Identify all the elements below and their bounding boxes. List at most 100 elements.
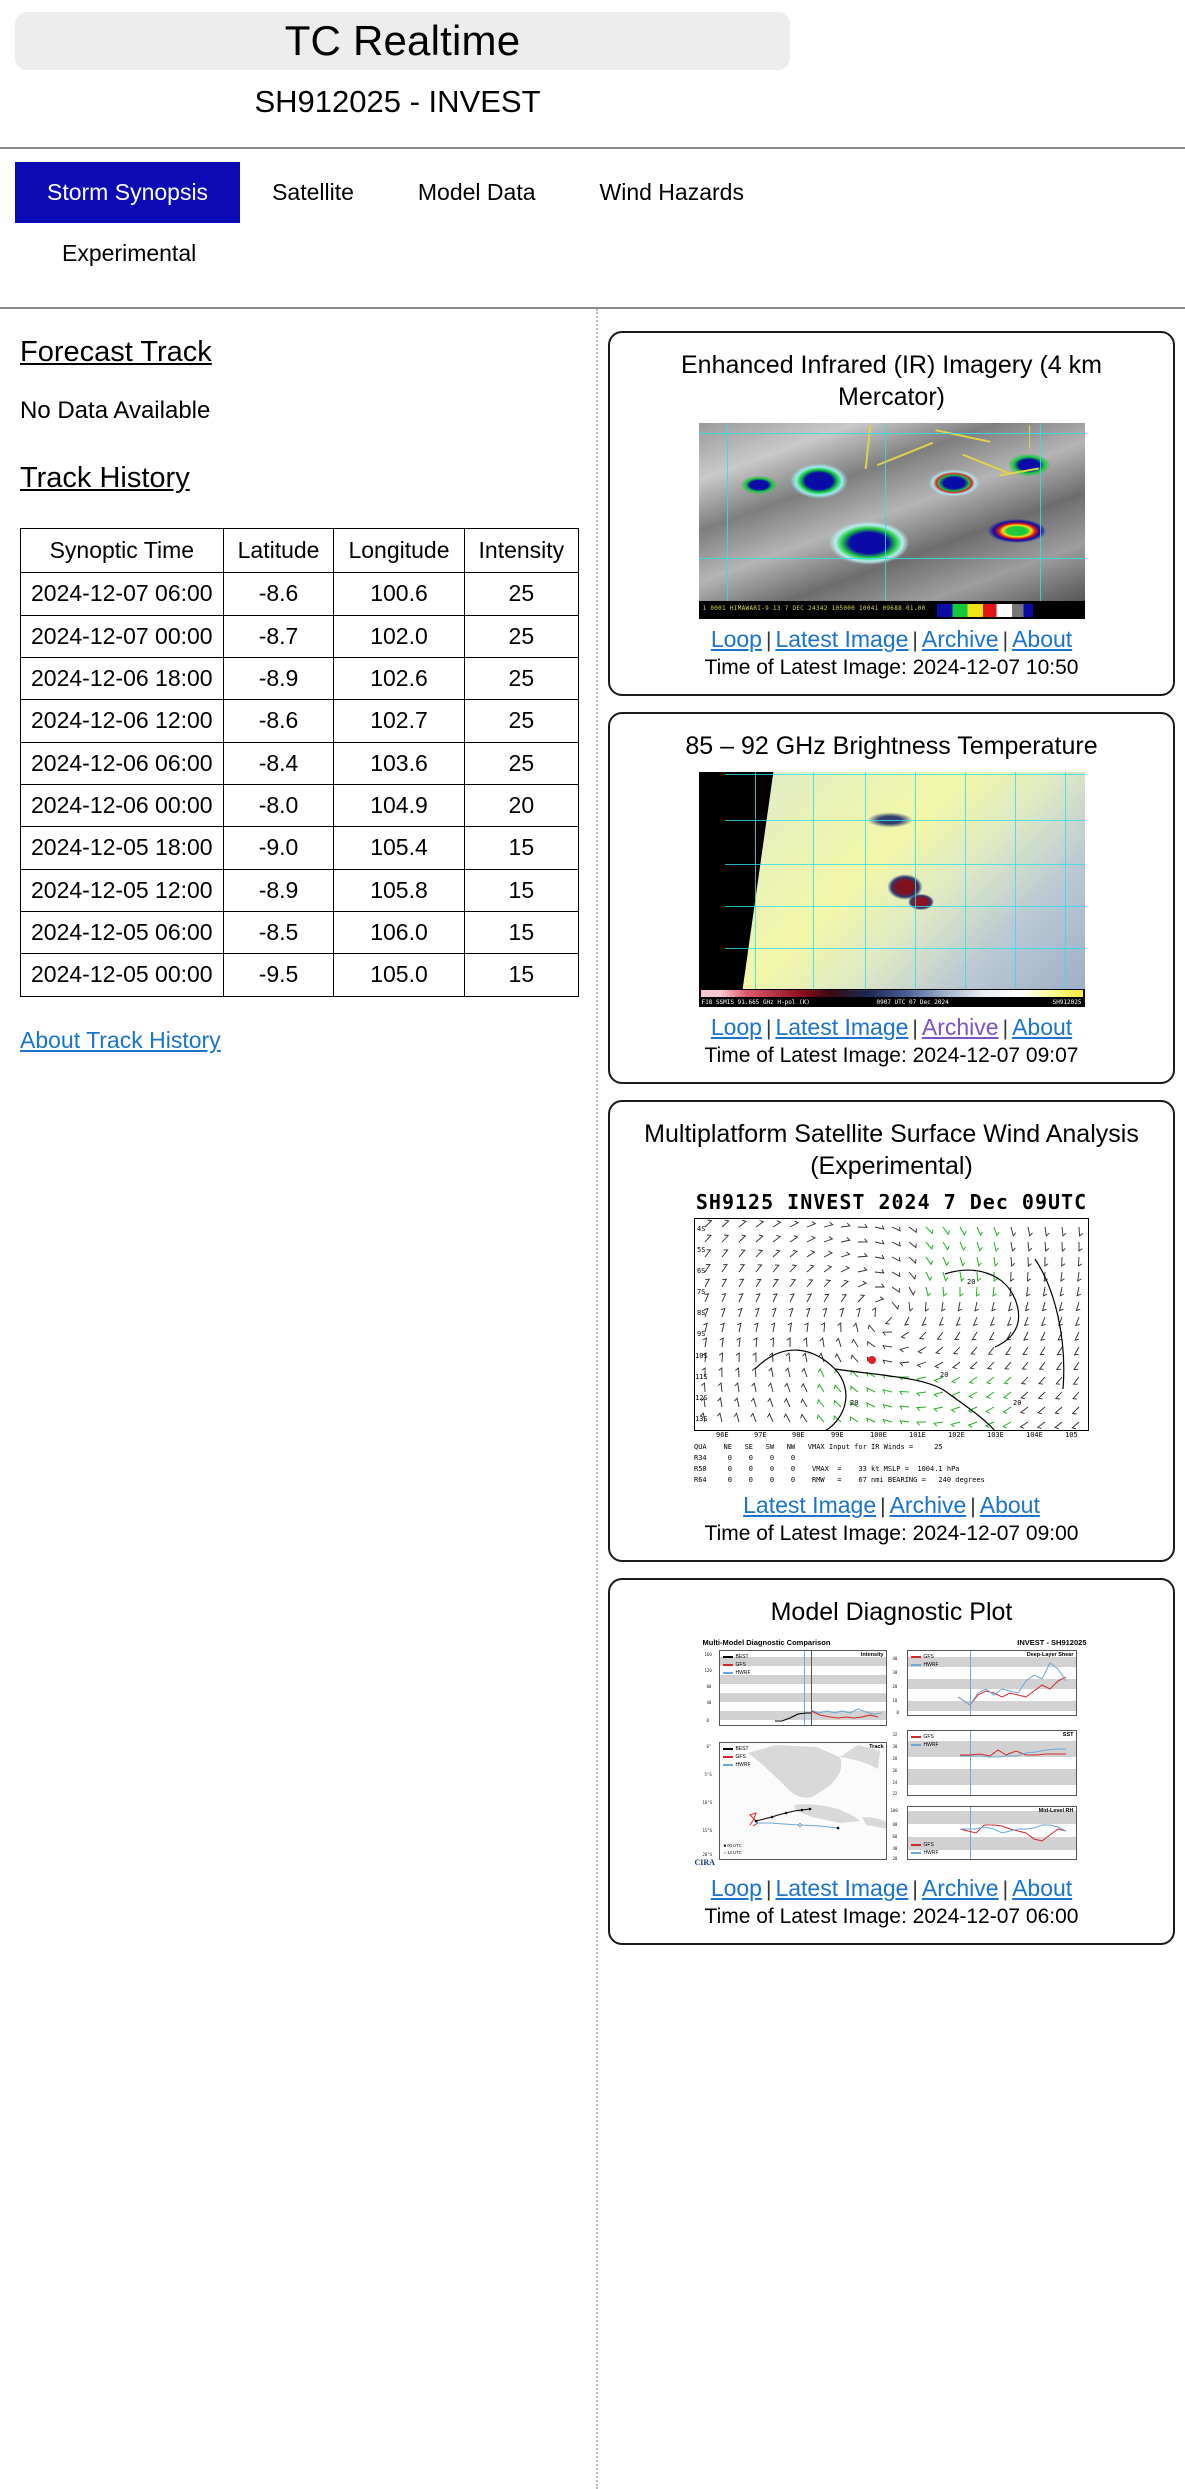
cell-lon: 105.0 xyxy=(333,953,465,997)
cell-lon: 106.0 xyxy=(333,911,465,955)
wind-ylabel-6: 10S xyxy=(695,1352,708,1360)
tab-model-data[interactable]: Model Data xyxy=(386,162,568,223)
tab-wind-hazards[interactable]: Wind Hazards xyxy=(568,162,776,223)
wind-ylabel-4: 8S xyxy=(697,1309,706,1317)
table-row: 2024-12-05 06:00 -8.5 106.0 15 xyxy=(20,911,580,955)
archive-link[interactable]: Archive xyxy=(922,626,999,652)
link-separator: | xyxy=(1002,629,1009,652)
col-longitude: Longitude xyxy=(333,527,465,574)
archive-link[interactable]: Archive xyxy=(922,1875,999,1901)
ir-satellite-image[interactable]: 1 0001 HIMAWARI-9 13 7 DEC 24342 105000 … xyxy=(698,423,1085,619)
cell-lat: -9.5 xyxy=(222,953,335,997)
card-links-model-diagnostic: Loop | Latest Image | Archive | About xyxy=(620,1875,1163,1902)
cell-int: 25 xyxy=(463,614,580,659)
track-marker-legend: ■ 00 UTC ○ 12 UTC xyxy=(723,1843,742,1856)
link-separator: | xyxy=(1002,1017,1009,1040)
mdp-heading-left: Multi-Model Diagnostic Comparison xyxy=(702,1638,831,1648)
cell-time: 2024-12-07 00:00 xyxy=(20,614,224,659)
intensity-series-svg xyxy=(774,1708,882,1722)
link-separator: | xyxy=(912,1878,918,1902)
cell-int: 15 xyxy=(463,868,580,913)
card-ir-imagery: Enhanced Infrared (IR) Imagery (4 km Mer… xyxy=(608,331,1175,696)
tab-storm-synopsis[interactable]: Storm Synopsis xyxy=(15,162,241,223)
card-microwave-brightness: 85 – 92 GHz Brightness Temperature F18 S… xyxy=(608,712,1175,1084)
cell-int: 25 xyxy=(463,572,580,616)
forecast-track-heading: Forecast Track xyxy=(20,336,212,368)
wind-quadrant-row-1: R34 0 0 0 0 xyxy=(694,1454,796,1463)
wind-barb-svg: 20 20 20 20 xyxy=(700,1219,1083,1430)
cell-lon: 105.8 xyxy=(333,868,465,913)
wind-analysis-figure[interactable]: 20 20 20 20 4S 5S 6S 7S 8S 9S 10S 11S 12… xyxy=(694,1218,1089,1485)
wind-quadrant-row-3: R64 0 0 0 0 RMW = 67 nmi BEARING = 240 d… xyxy=(694,1476,985,1485)
link-separator: | xyxy=(970,1495,976,1519)
cell-int: 15 xyxy=(463,826,580,870)
table-row: 2024-12-06 12:00 -8.6 102.7 25 xyxy=(20,699,580,743)
about-link[interactable]: About xyxy=(1012,626,1072,652)
card-multiplatform-wind: Multiplatform Satellite Surface Wind Ana… xyxy=(608,1100,1175,1563)
storm-center-marker xyxy=(868,1356,876,1364)
panel-sst: SST GFS HWRF xyxy=(906,1730,1077,1797)
table-header-row: Synoptic Time Latitude Longitude Intensi… xyxy=(20,527,580,574)
wind-xaxis: 96E 97E 98E 99E 100E 101E 102E 103E 104E… xyxy=(694,1431,1089,1441)
cell-lon: 100.6 xyxy=(333,572,465,616)
wind-ylabel-5: 9S xyxy=(697,1330,706,1338)
track-history-body: 2024-12-07 06:00 -8.6 100.6 25 2024-12-07 0… xyxy=(20,572,580,997)
wind-xlabel-4: 100E xyxy=(870,1431,887,1439)
link-separator: | xyxy=(880,1495,886,1519)
wind-xlabel-7: 103E xyxy=(987,1431,1004,1439)
archive-link[interactable]: Archive xyxy=(922,1014,999,1040)
table-row: 2024-12-06 18:00 -8.9 102.6 25 xyxy=(20,657,580,701)
link-separator: | xyxy=(1002,1878,1009,1902)
cell-lon: 104.9 xyxy=(333,784,465,828)
latest-image-link[interactable]: Latest Image xyxy=(775,1875,908,1901)
page-body: Forecast Track No Data Available Track H… xyxy=(0,309,1185,2489)
track-map-svg xyxy=(747,1745,886,1830)
imagery-right-column: Enhanced Infrared (IR) Imagery (4 km Mer… xyxy=(598,309,1185,1961)
cell-lat: -8.6 xyxy=(222,572,335,616)
loop-link[interactable]: Loop xyxy=(711,1014,762,1040)
cell-time: 2024-12-05 18:00 xyxy=(20,826,224,870)
about-link[interactable]: About xyxy=(1012,1014,1072,1040)
cell-lat: -8.4 xyxy=(222,741,335,786)
cell-time: 2024-12-07 06:00 xyxy=(20,572,224,616)
loop-link[interactable]: Loop xyxy=(711,1875,762,1901)
track-history-table: Synoptic Time Latitude Longitude Intensi… xyxy=(20,527,580,997)
link-separator: | xyxy=(765,1017,772,1040)
cell-lat: -8.9 xyxy=(222,657,335,701)
latest-image-link[interactable]: Latest Image xyxy=(743,1492,876,1518)
latest-image-link[interactable]: Latest Image xyxy=(775,626,908,652)
wind-xlabel-8: 104E xyxy=(1026,1431,1043,1439)
model-diagnostic-figure[interactable]: Multi-Model Diagnostic Comparison INVEST… xyxy=(692,1638,1091,1869)
contour-label-20a: 20 xyxy=(967,1278,975,1286)
microwave-storm-label: SH912025 xyxy=(1052,999,1082,1006)
wind-xlabel-1: 97E xyxy=(754,1431,767,1439)
card-links-wind: Latest Image | Archive | About xyxy=(620,1492,1163,1519)
about-link[interactable]: About xyxy=(980,1492,1040,1518)
coastline-path-2 xyxy=(834,1368,995,1430)
cell-int: 15 xyxy=(463,911,580,955)
microwave-sensor-label: F18 SSMIS 91.665 GHz H-pol (K) xyxy=(701,999,810,1006)
marker-legend-item: 00 UTC xyxy=(727,1843,742,1849)
card-title-ir: Enhanced Infrared (IR) Imagery (4 km Mer… xyxy=(681,351,1102,411)
about-link[interactable]: About xyxy=(1012,1875,1072,1901)
wind-xlabel-9: 105 xyxy=(1065,1431,1078,1439)
panel-intensity: Intensity BEST GFS HWRF xyxy=(718,1650,887,1727)
microwave-image[interactable]: F18 SSMIS 91.665 GHz H-pol (K) 0907 UTC … xyxy=(698,772,1085,1007)
mdp-heading-right: INVEST - SH912025 xyxy=(1017,1638,1087,1648)
forecast-track-nodata: No Data Available xyxy=(20,397,211,424)
table-row: 2024-12-05 00:00 -9.5 105.0 15 xyxy=(20,953,580,997)
latest-image-time-ir: Time of Latest Image: 2024-12-07 10:50 xyxy=(704,656,1079,679)
panel-track: Track BEST GFS HWRF ■ 00 UTC ○ 12 UTC xyxy=(718,1742,887,1861)
tab-experimental[interactable]: Experimental xyxy=(30,223,900,284)
coastline-path-3 xyxy=(944,1269,1020,1348)
tab-satellite[interactable]: Satellite xyxy=(240,162,386,223)
loop-link[interactable]: Loop xyxy=(711,626,762,652)
about-track-history-link[interactable]: About Track History xyxy=(20,1027,581,1054)
ir-lat-lon-grid xyxy=(698,423,1085,601)
cira-logo: CIRA xyxy=(694,1858,715,1868)
archive-link[interactable]: Archive xyxy=(890,1492,967,1518)
table-row: 2024-12-06 00:00 -8.0 104.9 20 xyxy=(20,784,580,828)
latest-image-link[interactable]: Latest Image xyxy=(775,1014,908,1040)
marker-legend-item: 12 UTC xyxy=(727,1850,742,1856)
wind-ylabel-3: 7S xyxy=(697,1288,706,1296)
